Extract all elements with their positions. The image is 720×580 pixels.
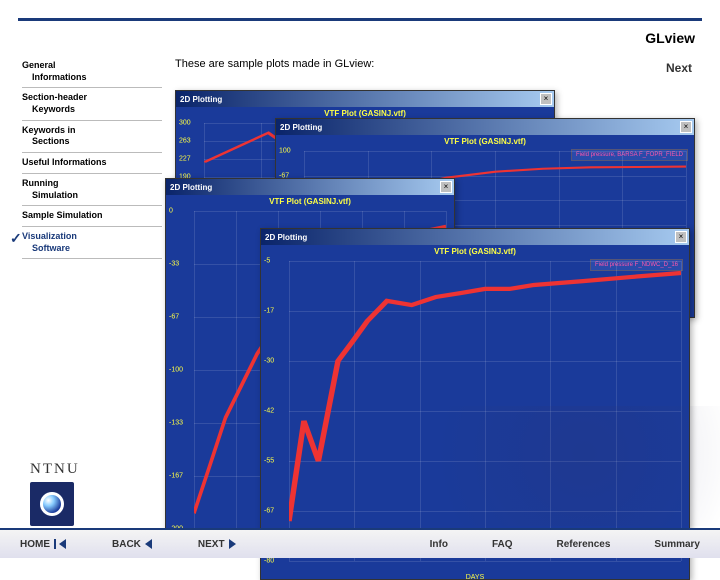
plot-title: VTF Plot (GASINJ.vtf) <box>269 197 351 206</box>
sidebar-item-useful-info[interactable]: Useful Informations <box>22 153 162 174</box>
sidebar-item-label: Keywords in <box>22 125 76 135</box>
sidebar-item-keywords-sections[interactable]: Keywords in Sections <box>22 121 162 153</box>
next-button-footer[interactable]: NEXT <box>198 539 236 550</box>
sidebar-item-label: Sample Simulation <box>22 210 103 220</box>
home-icon <box>54 539 56 549</box>
plot-titlebar[interactable]: 2D Plotting × <box>276 119 694 135</box>
footer-bar: HOME BACK NEXT Info FAQ References Summa… <box>0 528 720 558</box>
sidebar-item-label: Software <box>32 243 70 253</box>
triangle-right-icon <box>229 539 236 549</box>
nav-label: HOME <box>20 539 50 550</box>
close-icon[interactable]: × <box>440 181 452 193</box>
main-area: These are sample plots made in GLview: <box>175 58 702 70</box>
sidebar-item-label: Section-header <box>22 92 87 102</box>
plot-stack: 2D Plotting × VTF Plot (GASINJ.vtf) 3002… <box>175 90 700 500</box>
sidebar-item-visualization[interactable]: ✓ Visualization Software <box>22 227 162 259</box>
window-title: 2D Plotting <box>278 123 322 132</box>
plot-titlebar[interactable]: 2D Plotting × <box>261 229 689 245</box>
sidebar-item-label: General <box>22 60 56 70</box>
sidebar-item-sample-sim[interactable]: Sample Simulation <box>22 206 162 227</box>
summary-link[interactable]: Summary <box>654 539 700 550</box>
home-button[interactable]: HOME <box>20 539 66 550</box>
footer: HOME BACK NEXT Info FAQ References Summa… <box>0 488 720 558</box>
sidebar-item-label: Visualization <box>22 231 77 241</box>
plot-titlebar[interactable]: 2D Plotting × <box>166 179 454 195</box>
x-axis-title: DAYS <box>466 574 485 579</box>
window-title: 2D Plotting <box>263 233 307 242</box>
back-button[interactable]: BACK <box>112 539 152 550</box>
plot-title: VTF Plot (GASINJ.vtf) <box>324 109 406 118</box>
check-icon: ✓ <box>10 229 22 247</box>
page-title: GLview <box>645 30 695 46</box>
nav-label: NEXT <box>198 539 225 550</box>
sidebar-item-label: Running <box>22 178 59 188</box>
nav-label: BACK <box>112 539 141 550</box>
sidebar-item-label: Informations <box>32 72 87 82</box>
plot-title: VTF Plot (GASINJ.vtf) <box>434 247 516 256</box>
sidebar-item-label: Sections <box>32 136 70 146</box>
plot-title: VTF Plot (GASINJ.vtf) <box>444 137 526 146</box>
top-divider <box>18 18 702 21</box>
references-link[interactable]: References <box>557 539 611 550</box>
close-icon[interactable]: × <box>680 121 692 133</box>
ntnu-text: NTNU <box>30 461 80 478</box>
sidebar-item-label: Useful Informations <box>22 157 107 167</box>
faq-link[interactable]: FAQ <box>492 539 513 550</box>
triangle-left-icon <box>59 539 66 549</box>
intro-text: These are sample plots made in GLview: <box>175 58 702 70</box>
sidebar: General Informations Section-header Keyw… <box>22 56 162 259</box>
sidebar-item-label: Keywords <box>32 104 75 114</box>
window-title: 2D Plotting <box>168 183 212 192</box>
info-link[interactable]: Info <box>430 539 448 550</box>
next-button[interactable]: Next <box>666 61 692 75</box>
triangle-left-icon <box>145 539 152 549</box>
sidebar-item-section-header[interactable]: Section-header Keywords <box>22 88 162 120</box>
sidebar-item-label: Simulation <box>32 190 78 200</box>
close-icon[interactable]: × <box>540 93 552 105</box>
window-title: 2D Plotting <box>178 95 222 104</box>
close-icon[interactable]: × <box>675 231 687 243</box>
sidebar-item-general[interactable]: General Informations <box>22 56 162 88</box>
sidebar-item-running-sim[interactable]: Running Simulation <box>22 174 162 206</box>
plot-titlebar[interactable]: 2D Plotting × <box>176 91 554 107</box>
